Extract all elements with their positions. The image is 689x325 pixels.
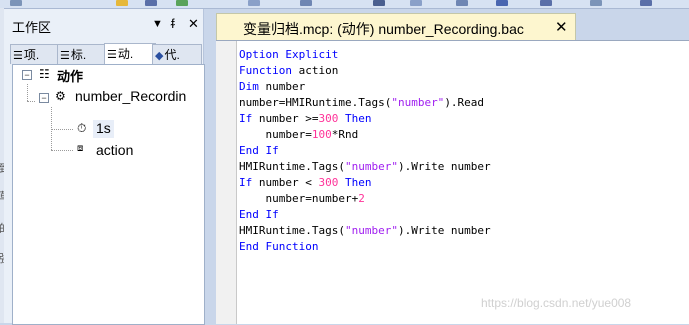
tab-code[interactable]: ◆代. bbox=[152, 44, 202, 64]
panel-title: 工作区 bbox=[12, 20, 52, 35]
code-line: Function action bbox=[239, 63, 689, 79]
editor-gutter bbox=[216, 41, 237, 324]
pin-icon[interactable]: ᵮ bbox=[171, 16, 175, 31]
toolbar-icon[interactable] bbox=[300, 0, 312, 6]
code-icon: ◆ bbox=[155, 50, 164, 62]
toolbar-icon[interactable] bbox=[456, 0, 468, 6]
toolbar-icon[interactable] bbox=[540, 0, 552, 6]
code-token-keyword: Option Explicit bbox=[239, 48, 339, 61]
tab-label: 项. bbox=[23, 48, 40, 62]
code-token-keyword: If bbox=[239, 112, 253, 125]
toolbar bbox=[0, 0, 689, 9]
code-token-keyword: End Function bbox=[239, 240, 319, 253]
tab-label: 代. bbox=[164, 48, 180, 62]
code-line: number=HMIRuntime.Tags("number").Read bbox=[239, 95, 689, 111]
code-token-text: ).Write number bbox=[397, 160, 491, 173]
close-icon[interactable]: ✕ bbox=[555, 18, 568, 36]
code-token-text: number bbox=[258, 80, 306, 93]
code-token-keyword: End If bbox=[239, 208, 279, 221]
code-token-keyword: If bbox=[239, 176, 253, 189]
code-token-number: 300 bbox=[318, 176, 339, 189]
tab-label: 标. bbox=[70, 48, 87, 62]
tree-connector bbox=[51, 150, 73, 151]
panel-tabs: ☰项. ☰标. ☰动. ◆代. bbox=[8, 43, 203, 65]
code-token-keyword: Then bbox=[344, 176, 372, 189]
code-token-text: action bbox=[291, 64, 339, 77]
toolbar-icon[interactable] bbox=[640, 0, 652, 6]
watermark: https://blog.csdn.net/yue008 bbox=[481, 296, 632, 310]
code-line: End If bbox=[239, 207, 689, 223]
code-token-text: ).Write number bbox=[397, 224, 491, 237]
code-line: HMIRuntime.Tags("number").Write number bbox=[239, 223, 689, 239]
tree-item-action[interactable]: action bbox=[96, 142, 133, 160]
code-line: Dim number bbox=[239, 79, 689, 95]
code-area[interactable]: Option Explicit Function action Dim number… bbox=[239, 47, 689, 324]
code-token-string: "number" bbox=[344, 160, 398, 173]
tag-icon: ☰ bbox=[60, 50, 70, 62]
tree-connector bbox=[51, 129, 73, 130]
code-editor[interactable]: Option Explicit Function action Dim number… bbox=[216, 40, 689, 324]
code-token-keyword: Function bbox=[239, 64, 292, 77]
code-token-text: number=HMIRuntime.Tags( bbox=[239, 96, 392, 109]
code-token-text: number < bbox=[252, 176, 319, 189]
code-token-text: HMIRuntime.Tags( bbox=[239, 224, 345, 237]
tree-connector bbox=[27, 101, 35, 102]
code-line: If number < 300 Then bbox=[239, 175, 689, 191]
document-tab[interactable]: 变量归档.mcp: (动作) number_Recording.bac ✕ bbox=[216, 13, 576, 40]
toolbar-icon[interactable] bbox=[590, 0, 602, 6]
code-token-text: ).Read bbox=[444, 96, 485, 109]
code-line: End If bbox=[239, 143, 689, 159]
toolbar-icon[interactable] bbox=[176, 0, 188, 6]
toolbar-icon[interactable] bbox=[248, 0, 260, 6]
toolbar-icon[interactable] bbox=[116, 0, 128, 6]
action-tree: − ☷ 动作 − ⚙ number_Recordin ⏱ 1s ⧈ action bbox=[12, 64, 205, 325]
code-line: number=100*Rnd bbox=[239, 127, 689, 143]
toolbar-icon[interactable] bbox=[145, 0, 157, 6]
code-token-text: HMIRuntime.Tags( bbox=[239, 160, 345, 173]
code-token-number: 100 bbox=[311, 128, 332, 141]
tab-items[interactable]: ☰项. bbox=[10, 44, 61, 64]
collapse-toggle[interactable]: − bbox=[22, 70, 32, 80]
close-icon[interactable]: ✕ bbox=[188, 16, 199, 32]
code-token-string: "number" bbox=[391, 96, 445, 109]
workspace-panel: 工作区 ▼ ᵮ ✕ ☰项. ☰标. ☰动. ◆代. − ☷ 动作 − ⚙ num… bbox=[4, 9, 205, 325]
tree-item-root[interactable]: 动作 bbox=[57, 66, 83, 84]
code-token-string: "number" bbox=[344, 224, 398, 237]
tab-tags[interactable]: ☰标. bbox=[57, 44, 108, 64]
tab-actions[interactable]: ☰动. bbox=[104, 43, 156, 65]
dropdown-icon[interactable]: ▼ bbox=[152, 18, 163, 30]
action-node-icon: ⧈ bbox=[77, 143, 84, 154]
document-tab-title: 变量归档.mcp: (动作) number_Recording.bac bbox=[243, 21, 524, 37]
code-token-number: 2 bbox=[358, 192, 365, 205]
script-icon: ⚙ bbox=[55, 89, 66, 103]
collapse-toggle[interactable]: − bbox=[39, 93, 49, 103]
toolbar-icon[interactable] bbox=[10, 0, 22, 6]
code-line: HMIRuntime.Tags("number").Write number bbox=[239, 159, 689, 175]
tree-item-trigger[interactable]: 1s bbox=[93, 120, 114, 138]
toolbar-icon[interactable] bbox=[373, 0, 385, 6]
code-token-text: number >= bbox=[252, 112, 319, 125]
list-icon: ☰ bbox=[13, 50, 23, 62]
action-icon: ☰ bbox=[107, 49, 117, 61]
actions-folder-icon: ☷ bbox=[39, 67, 50, 81]
tree-connector bbox=[27, 84, 28, 101]
code-token-text: number= bbox=[239, 128, 312, 141]
code-token-keyword: Dim bbox=[239, 80, 259, 93]
tree-item-script[interactable]: number_Recordin bbox=[75, 88, 203, 106]
code-token-text: number=number+ bbox=[239, 192, 359, 205]
code-line: If number >=300 Then bbox=[239, 111, 689, 127]
code-line: End Function bbox=[239, 239, 689, 255]
code-token-keyword: Then bbox=[344, 112, 372, 125]
tab-label: 动. bbox=[117, 47, 134, 61]
code-line: number=number+2 bbox=[239, 191, 689, 207]
timer-icon: ⏱ bbox=[77, 121, 87, 135]
code-line: Option Explicit bbox=[239, 47, 689, 63]
code-token-text: *Rnd bbox=[331, 128, 359, 141]
code-token-keyword: End If bbox=[239, 144, 279, 157]
code-token-number: 300 bbox=[318, 112, 339, 125]
toolbar-icon[interactable] bbox=[496, 0, 508, 6]
toolbar-icon[interactable] bbox=[410, 0, 422, 6]
